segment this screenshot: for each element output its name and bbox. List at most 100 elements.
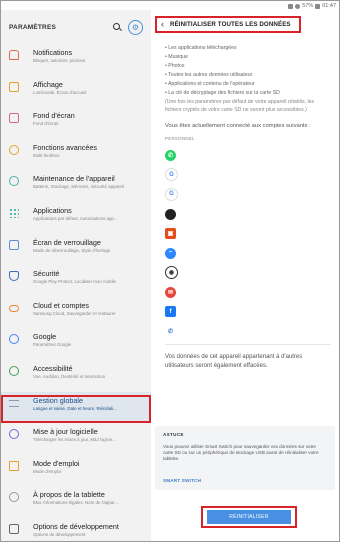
sidebar-item-about-tablet[interactable]: À propos de la tablette État, Information… (1, 486, 151, 518)
sidebar-item-sublabel: Samsung Cloud, Sauvegarder et restaurer (33, 310, 116, 316)
sidebar-item-advanced-features[interactable]: Fonctions avancées Multi-fenêtres (1, 139, 151, 171)
email-icon: ✉ (165, 286, 176, 298)
tip-text: Vous pouvez utiliser Smart Switch pour s… (163, 444, 319, 462)
sidebar-item-user-manual[interactable]: Mode d'emploi Mode d'emploi (1, 455, 151, 487)
braces-icon (9, 523, 19, 534)
shield-icon (9, 271, 19, 282)
sidebar-item-sublabel: Options de développement (33, 531, 86, 537)
bluetooth-icon (288, 3, 294, 9)
sidebar-item-applications[interactable]: Applications Applications par défaut, Aut… (1, 202, 151, 234)
list-item: • Les applications téléchargées (165, 45, 237, 51)
sidebar-header: PARAMÈTRES ⚙ (1, 10, 151, 44)
back-arrow-icon[interactable]: ‹ (161, 20, 164, 29)
sidebar-item-security[interactable]: Sécurité Google Play Protect, Localiser m… (1, 265, 151, 297)
sidebar-tools: ⚙ (113, 19, 143, 35)
sidebar-item-label: Accessibilité (33, 363, 73, 373)
sidebar-item-label: Notifications (33, 48, 73, 57)
account-row: ~ (165, 243, 331, 263)
office-icon: ▣ (165, 228, 176, 240)
sidebar-item-display[interactable]: Affichage Luminosité, Écran d'accueil (1, 76, 151, 108)
dark-app-icon (165, 208, 176, 220)
sidebar-item-device-maintenance[interactable]: Maintenance de l'appareil Batterie, Stock… (1, 170, 151, 202)
sidebar-item-label: Maintenance de l'appareil (33, 174, 115, 184)
account-row: G (165, 165, 331, 185)
advanced-features-icon (9, 144, 19, 155)
maintenance-icon (9, 176, 19, 187)
smart-switch-link[interactable]: SMART SWITCH (163, 478, 201, 483)
data-list: • Les applications téléchargées • Musiqu… (165, 44, 331, 97)
sidebar-item-lock-screen[interactable]: Écran de verrouillage Mode de déverrouill… (1, 234, 151, 266)
sidebar-item-label: À propos de la tablette (33, 490, 105, 500)
sidebar-item-label: Sécurité (33, 269, 60, 279)
cloud-icon (9, 304, 19, 312)
tip-card: ASTUCE Vous pouvez utiliser Smart Switch… (155, 426, 335, 490)
sidebar-item-label: Mode d'emploi (33, 458, 80, 468)
sidebar-item-general-management[interactable]: Gestion globale Langue et saisie, Date et… (1, 391, 151, 424)
account-row: G (165, 185, 331, 205)
account-row: ✆ (165, 322, 331, 342)
sidebar-item-label: Gestion globale (33, 395, 83, 405)
sidebar-item-label: Cloud et comptes (33, 300, 89, 310)
software-update-icon (9, 429, 19, 440)
other-users-warning: Vos données de cet appareil appartenant … (165, 354, 303, 369)
sidebar-item-sublabel: État, Informations légales, Nom de l'app… (33, 500, 119, 506)
divider (165, 344, 331, 346)
sidebar-item-sublabel: Luminosité, Écran d'accueil (33, 89, 87, 95)
list-item: • Photos (165, 62, 185, 69)
sd-card-note: (Une fois les paramètres par défaut de v… (165, 99, 315, 114)
detail-title: RÉINITIALISER TOUTES LES DONNÉES (170, 21, 291, 28)
account-row: ▣ (165, 224, 331, 244)
sidebar-item-label: Fonctions avancées (33, 142, 97, 152)
settings-suggestions-button[interactable]: ⚙ (128, 19, 143, 35)
section-label: PERSONNEL (165, 136, 195, 142)
whatsapp-icon: ✆ (165, 149, 176, 161)
reset-button[interactable]: RÉINITIALISER (207, 510, 291, 524)
settings-menu: Notifications Bloquer, autoriser, prioris… (1, 44, 151, 550)
battery-level: 57% (302, 3, 314, 9)
highlight-box: RÉINITIALISER (201, 506, 297, 528)
account-row (165, 204, 331, 224)
sidebar-item-sublabel: Télécharger les mises à jour, MàJ logici… (33, 437, 116, 443)
search-icon[interactable] (113, 22, 122, 32)
wifi-icon (295, 3, 301, 9)
sidebar-item-sublabel: Fond d'écran (33, 121, 59, 127)
display-icon (9, 81, 19, 92)
google-icon (9, 334, 19, 345)
accounts-list: ✆ G G ▣ ~ ◉ ✉ f ✆ (165, 145, 331, 341)
phone-icon: ✆ (165, 326, 176, 338)
sidebar-item-notifications[interactable]: Notifications Bloquer, autoriser, prioris… (1, 44, 151, 76)
sidebar-item-cloud-accounts[interactable]: Cloud et comptes Samsung Cloud, Sauvegard… (1, 297, 151, 329)
sidebar-item-label: Fond d'écran (33, 111, 75, 121)
sidebar-item-wallpaper[interactable]: Fond d'écran Fond d'écran (1, 107, 151, 139)
sidebar-item-label: Google (33, 332, 57, 342)
sidebar-item-sublabel: Bloquer, autoriser, prioriser (33, 58, 86, 63)
clock: 01:47 (322, 3, 336, 9)
sidebar-item-label: Affichage (33, 79, 63, 89)
sidebar-item-sublabel: Applications par défaut, Autorisations a… (33, 215, 118, 221)
messenger-icon: ~ (165, 247, 176, 259)
page-title: PARAMÈTRES (9, 23, 57, 31)
google-account-icon: G (165, 187, 178, 201)
detail-panel: ‹ RÉINITIALISER TOUTES LES DONNÉES • Les… (151, 10, 339, 541)
apps-icon (9, 207, 19, 218)
wallpaper-icon (9, 113, 19, 124)
sidebar-item-software-update[interactable]: Mise à jour logicielle Télécharger les mi… (1, 423, 151, 455)
sidebar-item-accessibility[interactable]: Accessibilité Vue, Audition, Dextérité et… (1, 360, 151, 392)
gear-icon: ⚙ (131, 22, 140, 32)
accessibility-icon (9, 365, 19, 376)
sidebar-item-label: Écran de verrouillage (33, 237, 101, 247)
account-row: f (165, 302, 331, 322)
sidebar-item-sublabel: Google Play Protect, Localiser mon mobil… (33, 279, 116, 285)
status-bar: 57% 01:47 (288, 2, 336, 10)
sidebar-item-sublabel: Batterie, Stockage, Mémoire, Sécurité ap… (33, 184, 124, 190)
google-account-icon: G (165, 168, 178, 182)
book-icon (9, 460, 19, 471)
list-item: • La clé de décryptage des fichiers sur … (165, 89, 280, 96)
sidebar-item-developer-options[interactable]: Options de développement Options de dével… (1, 518, 151, 550)
account-row: ◉ (165, 263, 331, 283)
sidebar-item-google[interactable]: Google Paramètres Google (1, 328, 151, 360)
facebook-icon: f (165, 306, 176, 318)
sidebar-item-sublabel: Vue, Audition, Dextérité et interaction (33, 373, 106, 379)
info-icon (9, 492, 19, 503)
sidebar-item-label: Options de développement (33, 521, 119, 531)
